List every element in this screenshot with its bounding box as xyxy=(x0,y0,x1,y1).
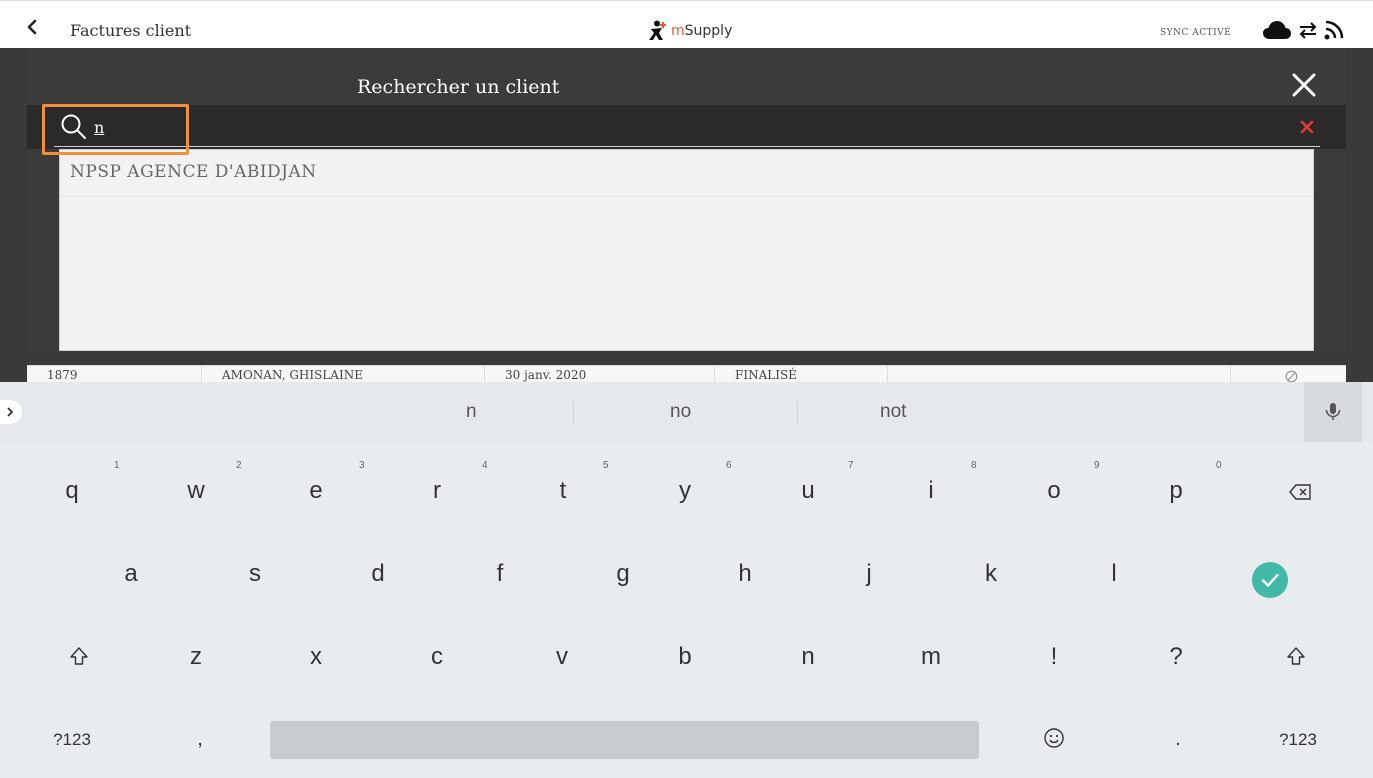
suggestion-divider xyxy=(573,402,574,426)
key-question[interactable]: ? xyxy=(1146,643,1206,671)
key-r[interactable]: r xyxy=(407,477,467,505)
key-e[interactable]: e xyxy=(286,477,346,505)
modal-header: Rechercher un client xyxy=(27,48,1346,105)
expand-toolbar-button[interactable] xyxy=(0,400,22,424)
key-y[interactable]: y xyxy=(655,477,715,505)
suggestion-2[interactable]: no xyxy=(670,401,691,423)
emoji-icon xyxy=(1044,728,1064,748)
key-h[interactable]: h xyxy=(715,560,775,588)
modal-title: Rechercher un client xyxy=(357,76,560,98)
search-underline xyxy=(54,146,1320,147)
key-f[interactable]: f xyxy=(470,560,530,588)
cloud-icon[interactable] xyxy=(1262,20,1292,40)
enter-key[interactable] xyxy=(1252,562,1288,598)
sync-icons xyxy=(1262,20,1344,40)
msupply-logo: mSupply xyxy=(647,18,732,44)
suggestion-divider xyxy=(797,402,798,426)
key-u-hint: 7 xyxy=(848,460,854,471)
search-results-list: NPSP AGENCE D'ABIDJAN xyxy=(59,149,1314,351)
shift-icon xyxy=(70,647,88,665)
shift-icon xyxy=(1287,647,1305,665)
key-q[interactable]: q xyxy=(42,477,102,505)
suggestion-1[interactable]: n xyxy=(466,401,477,423)
search-icon xyxy=(61,114,86,139)
list-item[interactable]: NPSP AGENCE D'ABIDJAN xyxy=(60,150,1313,197)
runner-logo-icon xyxy=(649,20,666,40)
search-input[interactable] xyxy=(94,114,1244,140)
key-p-hint: 0 xyxy=(1216,460,1222,471)
key-d[interactable]: d xyxy=(348,560,408,588)
key-m[interactable]: m xyxy=(901,643,961,671)
key-r-hint: 4 xyxy=(482,460,488,471)
key-l[interactable]: l xyxy=(1084,560,1144,588)
key-backspace[interactable] xyxy=(1270,479,1330,507)
key-t-hint: 5 xyxy=(603,460,609,471)
key-o-hint: 9 xyxy=(1094,460,1100,471)
close-icon[interactable] xyxy=(1289,70,1319,100)
symbols-right-key[interactable]: ?123 xyxy=(1268,730,1328,750)
key-comma[interactable]: , xyxy=(170,728,230,751)
logo-text-rest: Supply xyxy=(684,23,733,39)
key-exclamation[interactable]: ! xyxy=(1024,643,1084,671)
checkmark-icon xyxy=(1261,573,1279,587)
key-p[interactable]: p xyxy=(1146,477,1206,505)
key-x[interactable]: x xyxy=(286,643,346,671)
search-bar xyxy=(27,105,1346,149)
key-e-hint: 3 xyxy=(359,460,365,471)
back-chevron-icon[interactable] xyxy=(22,17,42,37)
key-g[interactable]: g xyxy=(593,560,653,588)
key-k[interactable]: k xyxy=(961,560,1021,588)
signal-icon[interactable] xyxy=(1324,20,1344,40)
backspace-icon xyxy=(1289,484,1311,500)
key-s[interactable]: s xyxy=(225,560,285,588)
key-a[interactable]: a xyxy=(101,560,161,588)
key-t[interactable]: t xyxy=(533,477,593,505)
chevron-right-icon xyxy=(7,407,14,417)
key-y-hint: 6 xyxy=(726,460,732,471)
clear-search-icon[interactable] xyxy=(1299,119,1315,135)
suggestion-3[interactable]: not xyxy=(880,401,906,423)
key-n[interactable]: n xyxy=(778,643,838,671)
on-screen-keyboard: n no not q w e r t y u i o p 1 2 3 4 5 6… xyxy=(0,382,1373,778)
voice-input-button[interactable] xyxy=(1304,382,1362,442)
key-o[interactable]: o xyxy=(1024,477,1084,505)
key-i-hint: 8 xyxy=(971,460,977,471)
space-key[interactable] xyxy=(270,721,979,759)
key-q-hint: 1 xyxy=(114,460,120,471)
emoji-key[interactable] xyxy=(1024,727,1084,756)
page-title: Factures client xyxy=(70,21,192,40)
key-j[interactable]: j xyxy=(839,560,899,588)
key-v[interactable]: v xyxy=(532,643,592,671)
key-i[interactable]: i xyxy=(901,477,961,505)
key-u[interactable]: u xyxy=(778,477,838,505)
key-b[interactable]: b xyxy=(655,643,715,671)
shift-left-key[interactable] xyxy=(49,645,109,673)
logo-text: mSupply xyxy=(671,23,732,39)
logo-text-m: m xyxy=(671,23,685,39)
suggestion-bar: n no not xyxy=(0,382,1373,442)
key-w[interactable]: w xyxy=(166,477,226,505)
key-z[interactable]: z xyxy=(166,643,226,671)
top-bar: Factures client mSupply SYNC ACTIVÉ xyxy=(0,0,1373,48)
key-c[interactable]: c xyxy=(407,643,467,671)
key-w-hint: 2 xyxy=(236,460,242,471)
key-period[interactable]: . xyxy=(1148,728,1208,751)
sync-arrows-icon[interactable] xyxy=(1298,21,1318,39)
customer-search-modal: Rechercher un client NPSP AGENCE D'ABIDJ… xyxy=(27,48,1346,352)
sync-status-label: SYNC ACTIVÉ xyxy=(1160,28,1232,38)
shift-right-key[interactable] xyxy=(1266,645,1326,673)
microphone-icon xyxy=(1325,403,1341,420)
symbols-left-key[interactable]: ?123 xyxy=(42,730,102,750)
